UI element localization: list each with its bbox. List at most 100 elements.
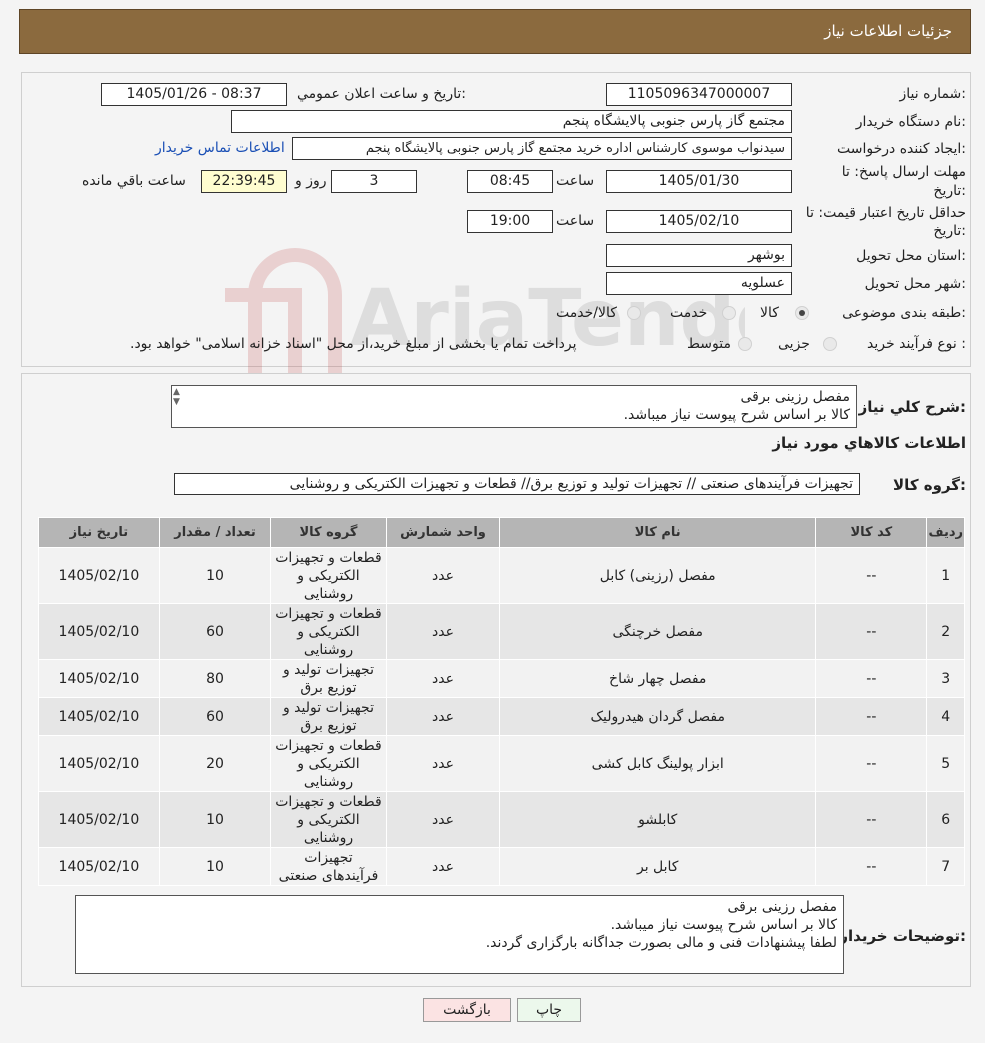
- need-date-cell: 1405/02/10: [38, 735, 160, 792]
- delivery-province-field: بوشهر: [606, 244, 792, 267]
- quantity-cell: 10: [158, 847, 272, 886]
- time-remaining-field: 22:39:45: [201, 170, 287, 193]
- table-row: 5 -- ابزار پولینگ کابل کشی عدد قطعات و تجهیز…: [38, 735, 965, 792]
- col-unit: واحد شمارش: [385, 517, 501, 548]
- quantity-cell: 60: [158, 697, 272, 736]
- col-item-name: نام کالا: [499, 517, 817, 548]
- quantity-cell: 80: [158, 659, 272, 698]
- col-row-number: ردیف: [926, 517, 965, 548]
- request-creator-field: سیدنواب موسوی کارشناس اداره خرید مجتمع گ…: [292, 137, 792, 160]
- subject-category-label: طبقه بندی موضوعی:: [842, 305, 966, 321]
- table-row: 7 -- کابل بر عدد تجهیزات فرآیندهای صنعتی 10 14…: [38, 847, 965, 886]
- page-header: جزئیات اطلاعات نیاز: [19, 9, 971, 54]
- item-group-cell: قطعات و تجهیزات الکتریکی و روشنایی: [270, 547, 387, 604]
- row-number-cell: 5: [926, 735, 965, 792]
- row-number-cell: 3: [926, 659, 965, 698]
- table-row: 2 -- مفصل خرچنگی عدد قطعات و تجهیزات الکتریک…: [38, 603, 965, 660]
- request-creator-label: ایجاد کننده درخواست:: [837, 141, 966, 157]
- process-minor-label: جزیی: [778, 336, 810, 352]
- quantity-cell: 10: [158, 547, 272, 604]
- col-quantity: تعداد / مقدار: [158, 517, 272, 548]
- item-code-cell: --: [815, 791, 928, 848]
- unit-cell: عدد: [385, 791, 501, 848]
- unit-cell: عدد: [385, 697, 501, 736]
- need-number-field: 1105096347000007: [606, 83, 792, 106]
- buyer-notes-line-3: لطفا پیشنهادات فنی و مالی بصورت جداگانه …: [485, 935, 837, 951]
- table-row: 4 -- مفصل گردان هیدرولیک عدد تجهیزات تولید و…: [38, 697, 965, 736]
- row-number-cell: 4: [926, 697, 965, 736]
- goods-info-title: اطلاعات کالاهاي مورد نیاز: [772, 434, 966, 452]
- need-number-label: شماره نیاز:: [899, 86, 966, 102]
- deadline-time-label: ساعت: [556, 173, 595, 189]
- process-minor-radio[interactable]: [823, 337, 837, 351]
- goods-group-label: گروه کالا:: [893, 476, 966, 494]
- summary-line-2: کالا بر اساس شرح پیوست نیاز میباشد.: [623, 407, 850, 423]
- category-goods-label: کالا: [760, 305, 779, 321]
- time-remaining-label: ساعت باقي مانده: [82, 173, 186, 189]
- item-name-cell: مفصل چهار شاخ: [499, 659, 817, 698]
- item-group-cell: تجهیزات تولید و توزیع برق: [270, 697, 387, 736]
- announce-date-field: 1405/01/26 - 08:37: [101, 83, 287, 106]
- price-validity-label: حداقل تاریخ اعتبار قیمت: تا: [805, 205, 966, 221]
- announce-date-label: تاریخ و ساعت اعلان عمومي:: [297, 86, 466, 102]
- item-name-cell: مفصل (رزینی) کابل: [499, 547, 817, 604]
- page-title: جزئیات اطلاعات نیاز: [824, 22, 952, 40]
- table-row: 6 -- کابلشو عدد قطعات و تجهیزات الکتریکی و ر…: [38, 791, 965, 848]
- price-validity-label-date: تاریخ:: [933, 223, 966, 239]
- days-label: روز و: [295, 173, 327, 189]
- item-code-cell: --: [815, 735, 928, 792]
- process-medium-label: متوسط: [687, 336, 731, 352]
- items-table-wrap: ردیف کد کالا نام کالا واحد شمارش گروه کا…: [38, 517, 965, 886]
- goods-group-field: تجهیزات فرآیندهای صنعتی // تجهیزات تولید…: [174, 473, 860, 495]
- scroll-arrows-icon[interactable]: ▲ ▼: [173, 387, 180, 407]
- unit-cell: عدد: [385, 847, 501, 886]
- price-validity-date-field: 1405/02/10: [606, 210, 792, 233]
- process-medium-radio[interactable]: [738, 337, 752, 351]
- row-number-cell: 2: [926, 603, 965, 660]
- need-date-cell: 1405/02/10: [38, 547, 160, 604]
- need-date-cell: 1405/02/10: [38, 791, 160, 848]
- unit-cell: عدد: [385, 735, 501, 792]
- item-name-cell: کابلشو: [499, 791, 817, 848]
- item-code-cell: --: [815, 697, 928, 736]
- delivery-city-label: شهر محل تحویل:: [864, 276, 966, 292]
- price-validity-time-field: 19:00: [467, 210, 553, 233]
- deadline-time-field: 08:45: [467, 170, 553, 193]
- item-code-cell: --: [815, 603, 928, 660]
- category-service-radio[interactable]: [722, 306, 736, 320]
- summary-line-1: مفصل رزینی برقی: [740, 389, 850, 405]
- category-goods-radio[interactable]: [795, 306, 809, 320]
- item-name-cell: مفصل گردان هیدرولیک: [499, 697, 817, 736]
- item-code-cell: --: [815, 847, 928, 886]
- print-button[interactable]: چاپ: [517, 998, 581, 1022]
- need-date-cell: 1405/02/10: [38, 659, 160, 698]
- buyer-contact-link[interactable]: اطلاعات تماس خریدار: [155, 140, 285, 156]
- buyer-name-label: نام دستگاه خریدار:: [855, 114, 966, 130]
- category-goods-service-radio[interactable]: [627, 306, 641, 320]
- item-group-cell: قطعات و تجهیزات الکتریکی و روشنایی: [270, 603, 387, 660]
- quantity-cell: 60: [158, 603, 272, 660]
- item-group-cell: قطعات و تجهیزات الکتریکی و روشنایی: [270, 735, 387, 792]
- days-remaining-field: 3: [331, 170, 417, 193]
- deadline-label-date: تاریخ:: [933, 183, 966, 199]
- summary-label: شرح کلي نیاز:: [858, 398, 966, 416]
- back-button[interactable]: بازگشت: [423, 998, 511, 1022]
- item-name-cell: مفصل خرچنگی: [499, 603, 817, 660]
- table-header-row: ردیف کد کالا نام کالا واحد شمارش گروه کا…: [38, 517, 965, 548]
- col-item-group: گروه کالا: [270, 517, 387, 548]
- item-group-cell: تجهیزات تولید و توزیع برق: [270, 659, 387, 698]
- item-group-cell: تجهیزات فرآیندهای صنعتی: [270, 847, 387, 886]
- category-goods-service-label: کالا/خدمت: [556, 305, 617, 321]
- table-body: 1 -- مفصل (رزینی) کابل عدد قطعات و تجهیزات ا…: [38, 547, 965, 886]
- price-validity-time-label: ساعت: [556, 213, 595, 229]
- buyer-notes-textarea[interactable]: مفصل رزینی برقی کالا بر اساس شرح پیوست ن…: [75, 895, 844, 974]
- row-number-cell: 7: [926, 847, 965, 886]
- summary-textarea[interactable]: مفصل رزینی برقی کالا بر اساس شرح پیوست ن…: [171, 385, 857, 428]
- unit-cell: عدد: [385, 547, 501, 604]
- items-table: ردیف کد کالا نام کالا واحد شمارش گروه کا…: [38, 517, 965, 886]
- item-name-cell: ابزار پولینگ کابل کشی: [499, 735, 817, 792]
- row-number-cell: 1: [926, 547, 965, 604]
- deadline-label: مهلت ارسال پاسخ: تا: [841, 164, 966, 180]
- col-need-date: تاریخ نیاز: [38, 517, 160, 548]
- table-row: 3 -- مفصل چهار شاخ عدد تجهیزات تولید و توزیع…: [38, 659, 965, 698]
